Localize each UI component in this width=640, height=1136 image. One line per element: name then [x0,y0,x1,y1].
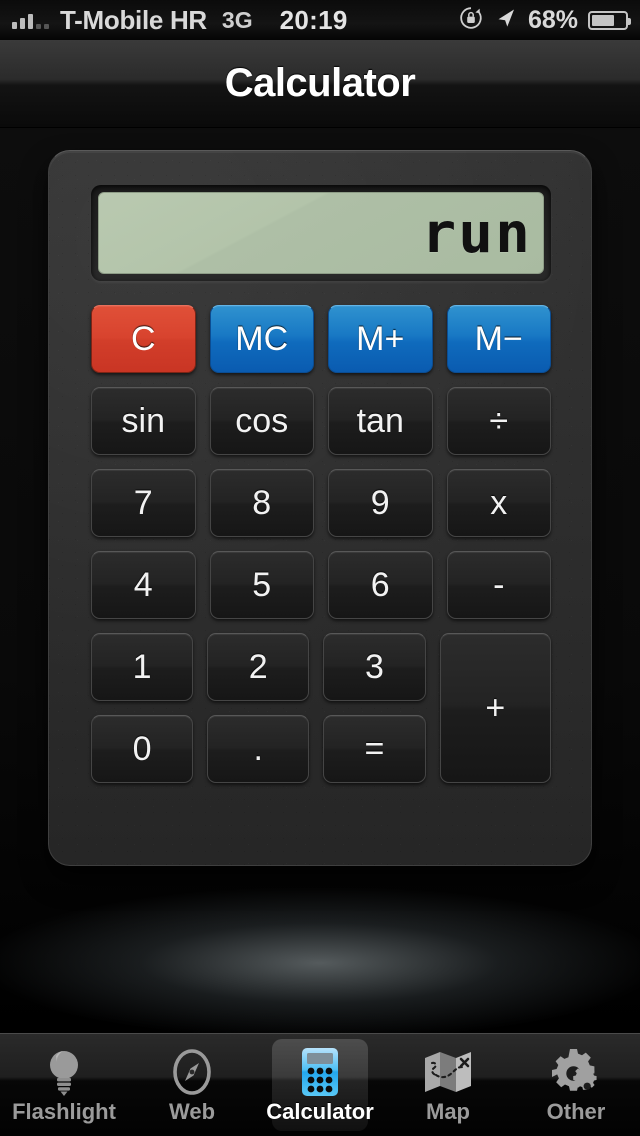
display-value: run [421,200,532,265]
tab-label-calculator: Calculator [266,1098,374,1124]
add-button-column: + [439,633,551,783]
digit-6-button[interactable]: 6 [328,551,433,619]
calculator-stage: run C MC M+ M− sin cos tan ÷ 7 8 9 x 4 5 6- 1 2 3 0. = + [0,128,640,1033]
tab-label-map: Map [426,1098,470,1124]
tab-flashlight[interactable]: Flashlight [0,1034,128,1136]
memory-add-button[interactable]: M+ [328,305,433,373]
tab-map[interactable]: Map [384,1034,512,1136]
divide-button[interactable]: ÷ [446,387,551,455]
gears-icon [549,1046,603,1098]
tab-calculator[interactable]: Calculator [256,1034,384,1136]
rotation-lock-icon [458,5,484,36]
tab-label-other: Other [546,1098,606,1124]
equals-button[interactable]: = [323,715,426,783]
memory-clear-button[interactable]: MC [209,305,314,373]
clear-button[interactable]: C [91,305,196,373]
lcd-display: run [98,192,544,274]
location-arrow-icon [494,6,518,35]
signal-strength-icon [12,11,49,29]
lightbulb-icon [42,1046,86,1098]
keypad-row: C MC M+ M− [91,305,551,373]
keypad-row: sin cos tan ÷ [91,387,551,455]
keypad-row: 789x [91,469,551,537]
tab-label-flashlight: Flashlight [12,1098,116,1124]
keypad-rows: C MC M+ M− sin cos tan ÷ 7 8 9 x 4 5 6- [91,305,551,619]
body-reflection-glow [0,888,640,1033]
digit-9-button[interactable]: 9 [328,469,433,537]
compass-icon [168,1046,216,1098]
digit-1-button[interactable]: 1 [91,633,194,701]
keypad: C MC M+ M− sin cos tan ÷ 7 8 9 x 4 5 6- 1 2 3 0. = + [91,305,551,783]
subtract-button[interactable]: - [446,551,551,619]
cos-button[interactable]: cos [209,387,314,455]
page-title: Calculator [224,61,416,105]
tab-other[interactable]: Other [512,1034,640,1136]
digit-0-button[interactable]: 0 [91,715,194,783]
display-bezel: run [91,185,551,281]
tab-bar: Flashlight Web Calculator Map Other [0,1033,640,1136]
status-bar-right: 68% [458,5,631,36]
status-bar: T-Mobile HR 3G 20:19 68% [0,0,640,40]
keypad-row: 123 [91,633,426,701]
digit-4-button[interactable]: 4 [91,551,196,619]
carrier-name: T-Mobile HR [60,4,207,35]
calculator-icon [297,1046,343,1098]
digit-5-button[interactable]: 5 [209,551,314,619]
decimal-point-button[interactable]: . [207,715,310,783]
digit-3-button[interactable]: 3 [323,633,426,701]
tab-label-web: Web [168,1098,216,1124]
multiply-button[interactable]: x [446,469,551,537]
keypad-row: 0. = [91,715,426,783]
memory-subtract-button[interactable]: M− [446,305,551,373]
add-button[interactable]: + [439,633,551,783]
tab-web[interactable]: Web [128,1034,256,1136]
folded-map-icon [421,1046,475,1098]
sin-button[interactable]: sin [91,387,196,455]
keypad-bottom-rows: 1 2 3 0. = [91,633,426,783]
navigation-bar: Calculator [0,40,640,128]
status-bar-left: T-Mobile HR 3G 20:19 [12,5,348,36]
battery-percentage: 68% [527,5,578,34]
tan-button[interactable]: tan [328,387,433,455]
calculator-body: run C MC M+ M− sin cos tan ÷ 7 8 9 x 4 5 6- 1 2 3 0. = + [48,150,592,866]
digit-7-button[interactable]: 7 [91,469,196,537]
network-type: 3G [221,6,253,33]
status-bar-clock: 20:19 [279,4,348,35]
digit-8-button[interactable]: 8 [209,469,314,537]
battery-icon [588,10,631,30]
keypad-bottom-zone: 1 2 3 0. = + [91,633,551,783]
digit-2-button[interactable]: 2 [207,633,310,701]
keypad-row: 456- [91,551,551,619]
